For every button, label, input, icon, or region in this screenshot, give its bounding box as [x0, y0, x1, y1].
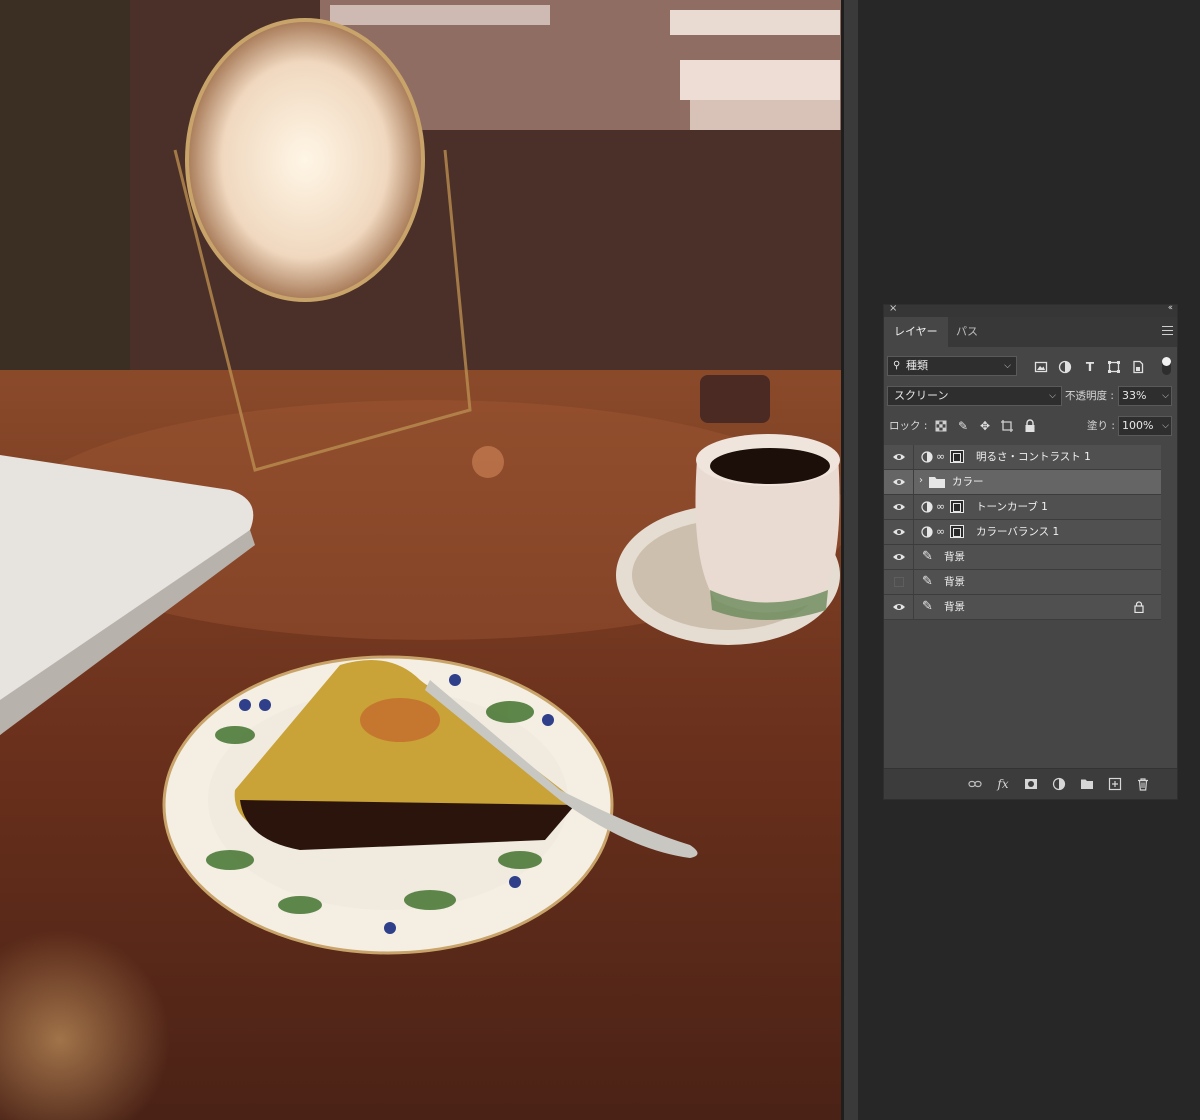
type-filter-icon[interactable]: T	[1083, 360, 1097, 374]
layer-name: 背景	[944, 551, 965, 563]
visibility-toggle[interactable]	[884, 470, 914, 494]
fill-value: 100%	[1122, 419, 1154, 432]
eye-icon	[893, 479, 905, 485]
layer-row[interactable]: ✎ 背景	[884, 570, 1162, 595]
eye-icon	[893, 454, 905, 460]
pixel-filter-icon[interactable]	[1034, 360, 1048, 374]
layers-panel: × ‹‹ レイヤー パス ⚲ 種類 ⌵ T スクリーン ⌵ 不透明度: 33%…	[883, 303, 1178, 800]
smart-object-filter-icon[interactable]	[1131, 360, 1145, 374]
chain-link-icon[interactable]: ∞	[936, 450, 945, 463]
chevron-right-icon[interactable]: ›	[919, 475, 923, 486]
adjustment-icon	[921, 501, 933, 513]
visibility-toggle[interactable]	[884, 595, 914, 619]
panel-menu-icon[interactable]	[1162, 326, 1173, 337]
fill-label: 塗り :	[1087, 420, 1115, 432]
layer-row[interactable]: ✎ 背景	[884, 545, 1162, 570]
new-layer-icon[interactable]	[1108, 777, 1122, 791]
document-canvas[interactable]	[0, 0, 841, 1120]
layer-name: カラーバランス 1	[976, 526, 1060, 538]
layer-name: 明るさ・コントラスト 1	[976, 451, 1091, 463]
opacity-field[interactable]: 33% ⌵	[1118, 386, 1172, 406]
chevron-down-icon: ⌵	[1049, 391, 1056, 401]
lock-row: ロック : ✎ ✥ 塗り : 100% ⌵	[884, 415, 1177, 437]
visibility-toggle[interactable]	[884, 545, 914, 569]
collapse-icon[interactable]: ‹‹	[1168, 303, 1173, 313]
layer-mask-thumbnail[interactable]	[950, 525, 964, 538]
fx-icon[interactable]: fx	[996, 777, 1010, 791]
lock-transparent-icon[interactable]	[934, 419, 948, 433]
layer-name: トーンカーブ 1	[976, 501, 1048, 513]
brush-lock-icon[interactable]: ✎	[956, 419, 970, 433]
chevron-down-icon: ⌵	[1162, 421, 1169, 431]
shape-filter-icon[interactable]	[1107, 360, 1121, 374]
eye-icon	[893, 504, 905, 510]
panel-titlebar: × ‹‹	[884, 303, 1177, 317]
close-icon[interactable]: ×	[889, 303, 897, 314]
adjustment-icon	[921, 526, 933, 538]
visibility-toggle[interactable]	[884, 495, 914, 519]
artboard-lock-icon[interactable]	[1000, 419, 1014, 433]
layer-mask-thumbnail[interactable]	[950, 500, 964, 513]
blend-row: スクリーン ⌵ 不透明度 : 33% ⌵	[884, 385, 1177, 407]
lock-icon[interactable]	[1134, 601, 1144, 613]
folder-icon	[929, 477, 945, 488]
brush-icon: ✎	[922, 574, 933, 589]
canvas-scrollbar[interactable]	[841, 0, 858, 1120]
layer-row[interactable]: ∞ トーンカーブ 1	[884, 495, 1162, 520]
opacity-value: 33%	[1122, 389, 1147, 402]
photo-artwork	[0, 0, 841, 1120]
brush-icon: ✎	[922, 599, 933, 614]
chevron-down-icon: ⌵	[1004, 361, 1011, 371]
lock-all-icon[interactable]	[1023, 419, 1037, 433]
chain-link-icon[interactable]: ∞	[936, 500, 945, 513]
tab-paths[interactable]: パス	[946, 317, 988, 347]
layer-name: カラー	[952, 476, 984, 488]
adjustment-icon[interactable]	[1052, 777, 1066, 791]
tab-layers[interactable]: レイヤー	[884, 317, 948, 347]
search-icon: ⚲	[893, 360, 901, 371]
mask-icon[interactable]	[1024, 777, 1038, 791]
eye-icon	[893, 604, 905, 610]
chevron-down-icon: ⌵	[1162, 391, 1169, 401]
fill-field[interactable]: 100% ⌵	[1118, 416, 1172, 436]
eye-off-icon	[894, 577, 904, 587]
panel-tabs: レイヤー パス	[884, 317, 1177, 347]
layer-row[interactable]: ∞ カラーバランス 1	[884, 520, 1162, 545]
filter-row: ⚲ 種類 ⌵ T	[884, 355, 1177, 377]
layer-mask-thumbnail[interactable]	[950, 450, 964, 463]
filter-toggle[interactable]	[1162, 357, 1171, 375]
layer-name: 背景	[944, 576, 965, 588]
trash-icon[interactable]	[1136, 777, 1150, 791]
layers-scrollbar[interactable]	[1161, 445, 1177, 767]
eye-icon	[893, 529, 905, 535]
chain-link-icon[interactable]: ∞	[936, 525, 945, 538]
blend-mode-value: スクリーン	[894, 389, 949, 402]
brush-icon: ✎	[922, 549, 933, 564]
visibility-toggle[interactable]	[884, 570, 914, 594]
adjustment-filter-icon[interactable]	[1058, 360, 1072, 374]
layer-row[interactable]: › カラー	[884, 470, 1162, 495]
folder-icon[interactable]	[1080, 777, 1094, 791]
eye-icon	[893, 554, 905, 560]
opacity-label: 不透明度 :	[1065, 390, 1114, 402]
layer-row[interactable]: ∞ 明るさ・コントラスト 1	[884, 445, 1162, 470]
blend-mode-select[interactable]: スクリーン ⌵	[887, 386, 1062, 406]
link-icon[interactable]	[968, 777, 982, 791]
layer-kind-filter-label: 種類	[906, 359, 928, 372]
panel-footer: fx	[884, 768, 1177, 799]
adjustment-icon	[921, 451, 933, 463]
layer-row[interactable]: ✎ 背景	[884, 595, 1162, 620]
layer-kind-filter[interactable]: ⚲ 種類 ⌵	[887, 356, 1017, 376]
layer-name: 背景	[944, 601, 965, 613]
visibility-toggle[interactable]	[884, 445, 914, 469]
visibility-toggle[interactable]	[884, 520, 914, 544]
lock-label: ロック :	[889, 420, 928, 432]
move-lock-icon[interactable]: ✥	[978, 419, 992, 433]
